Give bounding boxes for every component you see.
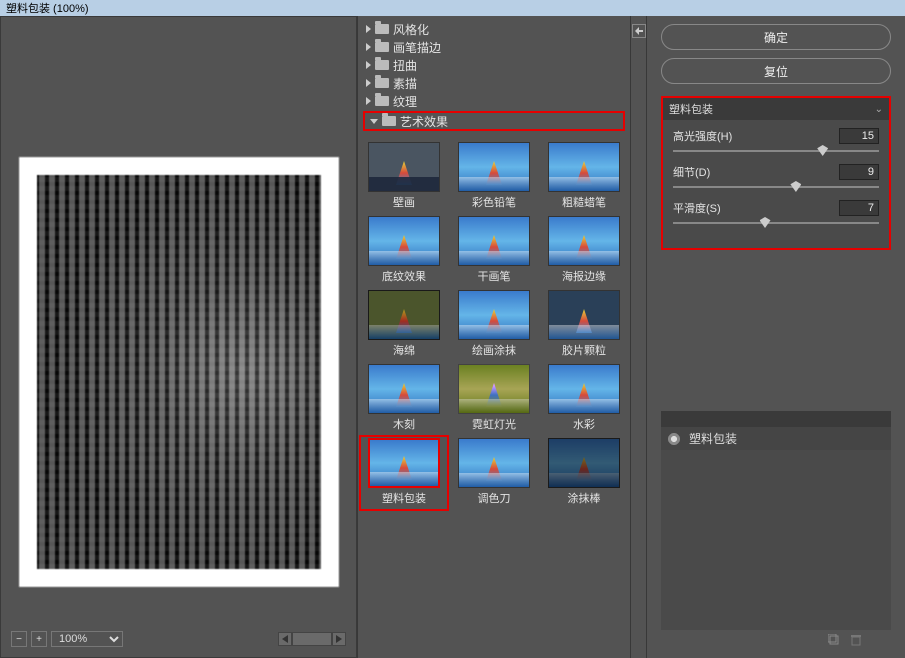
slider-thumb[interactable] [790,181,801,192]
thumb-paint-daubs[interactable]: 绘画涂抹 [452,290,536,358]
thumb-underpainting[interactable]: 底纹效果 [362,216,446,284]
category-label: 纹理 [393,93,417,110]
param-detail: 细节(D) [673,164,879,190]
zoom-select[interactable]: 100% [51,631,123,647]
thumb-plastic-wrap[interactable]: 塑料包装 [362,438,446,508]
filter-tree-pane: 风格化 画笔描边 扭曲 素描 纹理 艺术效果 壁画 彩色铅笔 粗糙蜡笔 底纹效果… [357,16,630,658]
category-label: 扭曲 [393,57,417,74]
folder-icon [375,60,389,70]
scroll-left-icon[interactable] [278,632,292,646]
category-label: 素描 [393,75,417,92]
slider-thumb[interactable] [760,217,771,228]
param-input-smoothness[interactable] [839,200,879,216]
category-label: 风格化 [393,21,429,38]
thumb-cutout[interactable]: 木刻 [362,364,446,432]
slider-highlight[interactable] [673,148,879,154]
scroll-right-icon[interactable] [332,632,346,646]
folder-icon [375,96,389,106]
effect-layer-row[interactable]: 塑料包装 [661,427,891,450]
trash-icon[interactable] [849,633,863,647]
category-label: 画笔描边 [393,39,441,56]
thumb-palette-knife[interactable]: 调色刀 [452,438,536,508]
category-artistic[interactable]: 艺术效果 [364,112,624,130]
controls-pane: 确定 复位 塑料包装 ⌄ 高光强度(H) [646,16,905,658]
param-label: 细节(D) [673,164,710,180]
folder-icon [375,24,389,34]
window-title: 塑料包装 (100%) [6,0,89,16]
new-effect-icon[interactable] [827,633,841,647]
titlebar: 塑料包装 (100%) [0,0,905,16]
thumb-watercolor[interactable]: 水彩 [542,364,626,432]
param-label: 平滑度(S) [673,200,721,216]
filter-select[interactable]: 塑料包装 ⌄ [663,98,889,120]
zoom-in-button[interactable]: + [31,631,47,647]
visibility-icon[interactable] [667,432,681,446]
layer-name: 塑料包装 [689,430,737,447]
ok-button[interactable]: 确定 [661,24,891,50]
thumb-film-grain[interactable]: 胶片颗粒 [542,290,626,358]
param-label: 高光强度(H) [673,128,732,144]
thumb-smudge-stick[interactable]: 涂抹棒 [542,438,626,508]
parameters-section: 塑料包装 ⌄ 高光强度(H) 细节(D) [661,96,891,250]
collapse-column [630,16,646,658]
zoom-controls: − + 100% [9,629,348,649]
folder-icon [375,78,389,88]
chevron-down-icon: ⌄ [875,104,883,115]
folder-icon [382,116,396,126]
layers-footer [661,630,891,650]
preview-pane: − + 100% [0,16,357,658]
thumbnail-grid: 壁画 彩色铅笔 粗糙蜡笔 底纹效果 干画笔 海报边缘 海绵 绘画涂抹 胶片颗粒 … [358,136,630,514]
thumb-neon-glow[interactable]: 霓虹灯光 [452,364,536,432]
filter-gallery-window: 塑料包装 (100%) − + 100% [0,0,905,658]
preview-image [19,157,339,587]
collapse-button[interactable] [632,24,646,38]
filter-name: 塑料包装 [669,101,713,117]
category-label: 艺术效果 [400,113,448,130]
slider-thumb[interactable] [817,145,828,156]
category-list: 风格化 画笔描边 扭曲 素描 纹理 艺术效果 [358,16,630,136]
param-highlight-strength: 高光强度(H) [673,128,879,154]
thumb-dry-brush[interactable]: 干画笔 [452,216,536,284]
reset-button[interactable]: 复位 [661,58,891,84]
category-sketch[interactable]: 素描 [360,74,628,92]
param-input-detail[interactable] [839,164,879,180]
category-distort[interactable]: 扭曲 [360,56,628,74]
zoom-out-button[interactable]: − [11,631,27,647]
folder-icon [375,42,389,52]
param-input-highlight[interactable] [839,128,879,144]
preview-canvas [9,25,348,629]
slider-smoothness[interactable] [673,220,879,226]
thumb-poster-edges[interactable]: 海报边缘 [542,216,626,284]
param-smoothness: 平滑度(S) [673,200,879,226]
thumb-sponge[interactable]: 海绵 [362,290,446,358]
category-stylize[interactable]: 风格化 [360,20,628,38]
category-texture[interactable]: 纹理 [360,92,628,110]
thumb-rough-pastels[interactable]: 粗糙蜡笔 [542,142,626,210]
effect-layers-pane: 塑料包装 [661,411,891,650]
category-brush-strokes[interactable]: 画笔描边 [360,38,628,56]
slider-detail[interactable] [673,184,879,190]
horizontal-scrollbar[interactable] [127,632,346,646]
thumb-colored-pencil[interactable]: 彩色铅笔 [452,142,536,210]
thumb-fresco[interactable]: 壁画 [362,142,446,210]
layers-header [661,411,891,427]
